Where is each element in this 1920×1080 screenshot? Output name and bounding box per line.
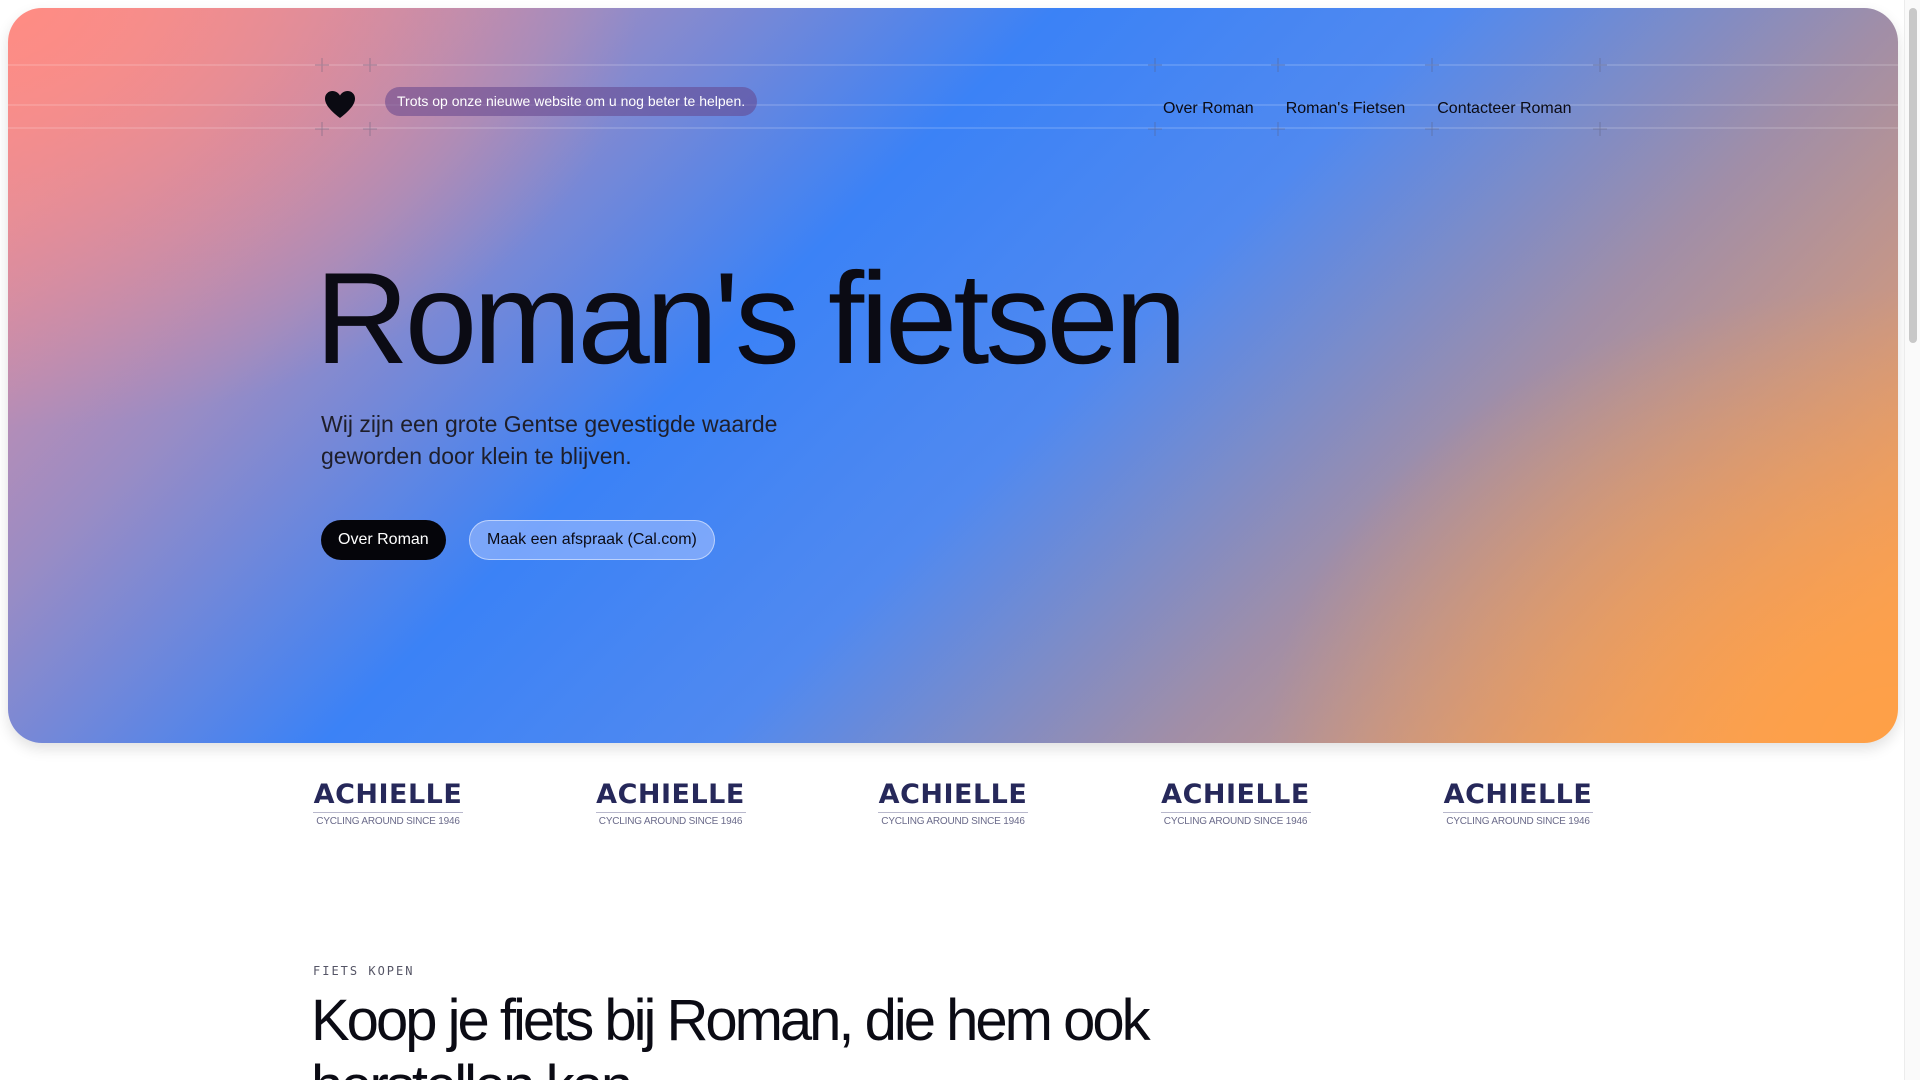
over-roman-button[interactable]: Over Roman [321, 520, 446, 560]
brand-name: ACHIELLE [1160, 780, 1311, 813]
brand-logo[interactable]: ACHIELLE CYCLING AROUND SINCE 1946 [1443, 780, 1593, 827]
brand-tagline: CYCLING AROUND SINCE 1946 [316, 815, 460, 827]
brand-logo[interactable]: ACHIELLE CYCLING AROUND SINCE 1946 [878, 780, 1028, 827]
nav-link-romans-fietsen[interactable]: Roman's Fietsen [1286, 100, 1406, 118]
section-title: Koop je fiets bij Roman, die hem ook her… [311, 988, 1151, 1080]
main-nav: Over Roman Roman's Fietsen Contacteer Ro… [1163, 100, 1572, 118]
nav-link-over-roman[interactable]: Over Roman [1163, 100, 1254, 118]
brand-logo-strip: ACHIELLE CYCLING AROUND SINCE 1946 ACHIE… [313, 780, 1593, 827]
brand-logo[interactable]: ACHIELLE CYCLING AROUND SINCE 1946 [595, 780, 746, 827]
brand-name: ACHIELLE [313, 780, 463, 813]
brand-tagline: CYCLING AROUND SINCE 1946 [1163, 815, 1308, 827]
book-appointment-button[interactable]: Maak een afspraak (Cal.com) [469, 520, 715, 560]
announcement-badge[interactable]: Trots op onze nieuwe website om u nog be… [385, 87, 758, 116]
nav-link-contacteer-roman[interactable]: Contacteer Roman [1437, 100, 1571, 118]
heart-icon[interactable] [323, 88, 357, 122]
brand-tagline: CYCLING AROUND SINCE 1946 [598, 815, 743, 827]
brand-name: ACHIELLE [1443, 780, 1593, 813]
scrollbar-track[interactable] [1904, 0, 1920, 1080]
section-eyebrow: FIETS KOPEN [313, 964, 415, 978]
hero-subtitle: Wij zijn een grote Gentse gevestigde waa… [321, 411, 778, 469]
brand-name: ACHIELLE [878, 780, 1028, 813]
scrollbar-thumb[interactable] [1909, 8, 1917, 343]
brand-name: ACHIELLE [595, 780, 746, 813]
brand-tagline: CYCLING AROUND SINCE 1946 [881, 815, 1025, 827]
brand-logo[interactable]: ACHIELLE CYCLING AROUND SINCE 1946 [313, 780, 463, 827]
hero-title: Roman's fietsen [315, 245, 1187, 391]
brand-logo[interactable]: ACHIELLE CYCLING AROUND SINCE 1946 [1160, 780, 1311, 827]
brand-tagline: CYCLING AROUND SINCE 1946 [1446, 815, 1590, 827]
hero-section: Trots op onze nieuwe website om u nog be… [8, 8, 1898, 743]
